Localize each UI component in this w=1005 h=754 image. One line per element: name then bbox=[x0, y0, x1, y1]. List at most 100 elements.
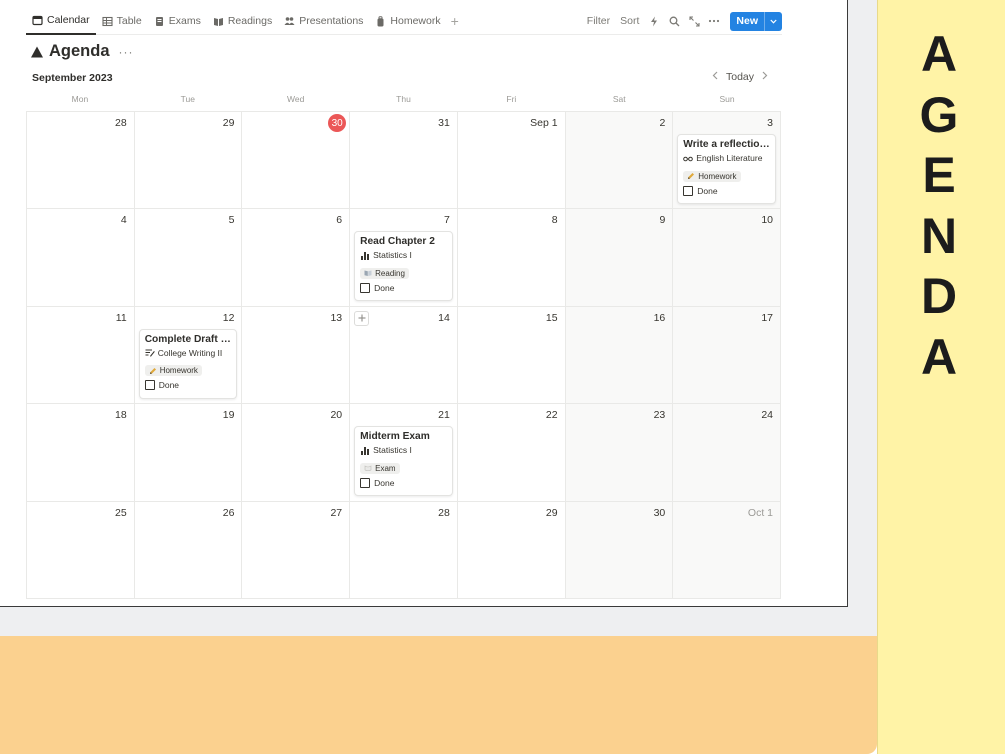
tab-readings[interactable]: Readings bbox=[207, 8, 278, 35]
chevron-right-icon[interactable] bbox=[762, 71, 768, 83]
calendar-day-cell[interactable]: 11 bbox=[27, 306, 135, 405]
today-button[interactable]: Today bbox=[726, 71, 754, 83]
writing-icon bbox=[145, 348, 155, 358]
plus-icon bbox=[358, 314, 366, 322]
day-number: 14 bbox=[438, 311, 450, 324]
day-number: 12 bbox=[222, 311, 235, 324]
calendar-day-cell[interactable]: 29 bbox=[134, 112, 243, 210]
calendar-day-cell[interactable]: 12 Complete Draft #1 College Writing II Hom… bbox=[134, 306, 243, 405]
tab-homework[interactable]: Homework bbox=[369, 8, 446, 35]
calendar-day-cell[interactable]: 28 bbox=[27, 112, 135, 210]
calendar-day-cell[interactable]: 6 bbox=[242, 209, 351, 307]
event-card[interactable]: Write a reflection... English Literature H… bbox=[677, 134, 776, 204]
add-view-button[interactable]: + bbox=[451, 13, 459, 29]
event-course: Statistics I bbox=[360, 445, 447, 455]
filter-button[interactable]: Filter bbox=[582, 15, 615, 27]
event-done-row: Done bbox=[360, 282, 447, 293]
view-tabs-bar: Calendar Table Exams Readings Presentati… bbox=[26, 8, 782, 35]
tab-presentations[interactable]: Presentations bbox=[278, 8, 369, 35]
sort-button[interactable]: Sort bbox=[615, 15, 644, 27]
calendar-day-cell[interactable]: 5 bbox=[134, 209, 243, 307]
calendar-day-cell[interactable]: Oct 1 bbox=[673, 501, 781, 599]
calendar-day-cell[interactable]: 30 bbox=[565, 501, 674, 599]
done-checkbox[interactable] bbox=[360, 282, 371, 293]
calendar-day-cell[interactable]: 7 Read Chapter 2 Statistics I Reading Done bbox=[350, 209, 458, 307]
background-grey-bottom bbox=[0, 606, 877, 636]
exam-paper-icon bbox=[364, 464, 372, 472]
calendar-day-cell[interactable]: 21 Midterm Exam Statistics I Exam Done bbox=[350, 404, 458, 502]
title-letter: A bbox=[920, 26, 958, 82]
calendar-day-cell[interactable]: 28 bbox=[350, 501, 458, 599]
event-card[interactable]: Midterm Exam Statistics I Exam Done bbox=[354, 426, 453, 497]
event-card[interactable]: Read Chapter 2 Statistics I Reading Done bbox=[354, 231, 453, 302]
tab-table[interactable]: Table bbox=[96, 8, 148, 35]
calendar-day-cell[interactable]: 24 bbox=[673, 404, 781, 502]
calendar-day-cell[interactable]: Sep 1 bbox=[457, 112, 566, 210]
done-checkbox[interactable] bbox=[360, 477, 371, 488]
calendar-day-cell[interactable]: 19 bbox=[134, 404, 243, 502]
done-checkbox[interactable] bbox=[683, 185, 694, 196]
add-event-button[interactable] bbox=[354, 310, 370, 326]
event-card[interactable]: Complete Draft #1 College Writing II Homew… bbox=[138, 328, 238, 399]
pencil-icon bbox=[687, 172, 695, 180]
day-number: 17 bbox=[761, 311, 773, 324]
bar-chart-icon bbox=[360, 251, 370, 260]
page-title: Agenda bbox=[49, 42, 110, 60]
day-number: 13 bbox=[330, 311, 343, 324]
title-letter: D bbox=[920, 268, 958, 324]
day-number: 7 bbox=[444, 214, 450, 227]
done-label: Done bbox=[374, 477, 395, 488]
day-number: 18 bbox=[115, 409, 127, 422]
calendar-day-cell[interactable]: 8 bbox=[457, 209, 566, 307]
calendar-day-cell[interactable]: 31 bbox=[350, 112, 458, 210]
more-options-icon[interactable] bbox=[704, 11, 724, 31]
calendar-day-cell[interactable]: 10 bbox=[673, 209, 781, 307]
day-number: 8 bbox=[551, 214, 558, 227]
calendar-day-cell[interactable]: 26 bbox=[134, 501, 243, 599]
calendar-day-cell[interactable]: 18 bbox=[27, 404, 135, 502]
day-number: Oct 1 bbox=[747, 506, 773, 519]
app-window: Calendar Table Exams Readings Presentati… bbox=[0, 0, 848, 607]
calendar-day-cell[interactable]: 9 bbox=[565, 209, 674, 307]
search-icon[interactable] bbox=[664, 11, 684, 31]
exams-icon bbox=[154, 16, 165, 27]
event-tag-label: Homework bbox=[698, 171, 737, 181]
day-number: 6 bbox=[336, 214, 343, 227]
calendar-day-cell[interactable]: 15 bbox=[457, 306, 566, 405]
calendar-day-cell[interactable]: 30 bbox=[242, 112, 351, 210]
calendar-day-cell[interactable]: 27 bbox=[242, 501, 351, 599]
calendar-day-cell[interactable]: 2 bbox=[565, 112, 674, 210]
day-number: 26 bbox=[222, 506, 235, 519]
day-number: 21 bbox=[438, 409, 450, 422]
backpack-icon bbox=[375, 15, 386, 27]
chevron-down-icon[interactable] bbox=[764, 11, 782, 31]
calendar-day-cell[interactable]: 29 bbox=[457, 501, 566, 599]
day-number: 20 bbox=[330, 409, 343, 422]
expand-icon[interactable] bbox=[684, 11, 704, 31]
lightning-icon[interactable] bbox=[644, 11, 664, 31]
chevron-left-icon[interactable] bbox=[712, 71, 718, 83]
title-more-button[interactable]: ··· bbox=[119, 45, 134, 59]
day-number: 3 bbox=[767, 117, 773, 129]
tab-exams[interactable]: Exams bbox=[148, 8, 207, 35]
tab-calendar[interactable]: Calendar bbox=[26, 8, 96, 35]
calendar-day-cell[interactable]: 16 bbox=[565, 306, 674, 405]
event-done-row: Done bbox=[683, 185, 770, 196]
calendar-day-cell[interactable]: 23 bbox=[565, 404, 674, 502]
calendar-day-cell[interactable]: 14 bbox=[350, 306, 458, 405]
done-checkbox[interactable] bbox=[144, 380, 155, 391]
title-letter: N bbox=[920, 207, 958, 264]
day-number: 11 bbox=[115, 311, 127, 324]
open-book-icon bbox=[364, 269, 372, 277]
calendar-day-cell[interactable]: 25 bbox=[27, 501, 135, 599]
calendar-day-cell[interactable]: 22 bbox=[457, 404, 566, 502]
calendar-day-cell[interactable]: 13 bbox=[242, 306, 351, 405]
calendar-day-cell[interactable]: 3 Write a reflection... English Literature… bbox=[673, 112, 781, 210]
calendar-navigation: Today bbox=[712, 71, 768, 83]
calendar-day-cell[interactable]: 17 bbox=[673, 306, 781, 405]
new-button[interactable]: New bbox=[730, 11, 782, 31]
calendar-day-cell[interactable]: 20 bbox=[242, 404, 351, 502]
weekday-label: Wed bbox=[286, 94, 305, 104]
calendar-day-cell[interactable]: 4 bbox=[27, 209, 135, 307]
vertical-agenda-title: A G E N D A bbox=[877, 24, 1001, 387]
